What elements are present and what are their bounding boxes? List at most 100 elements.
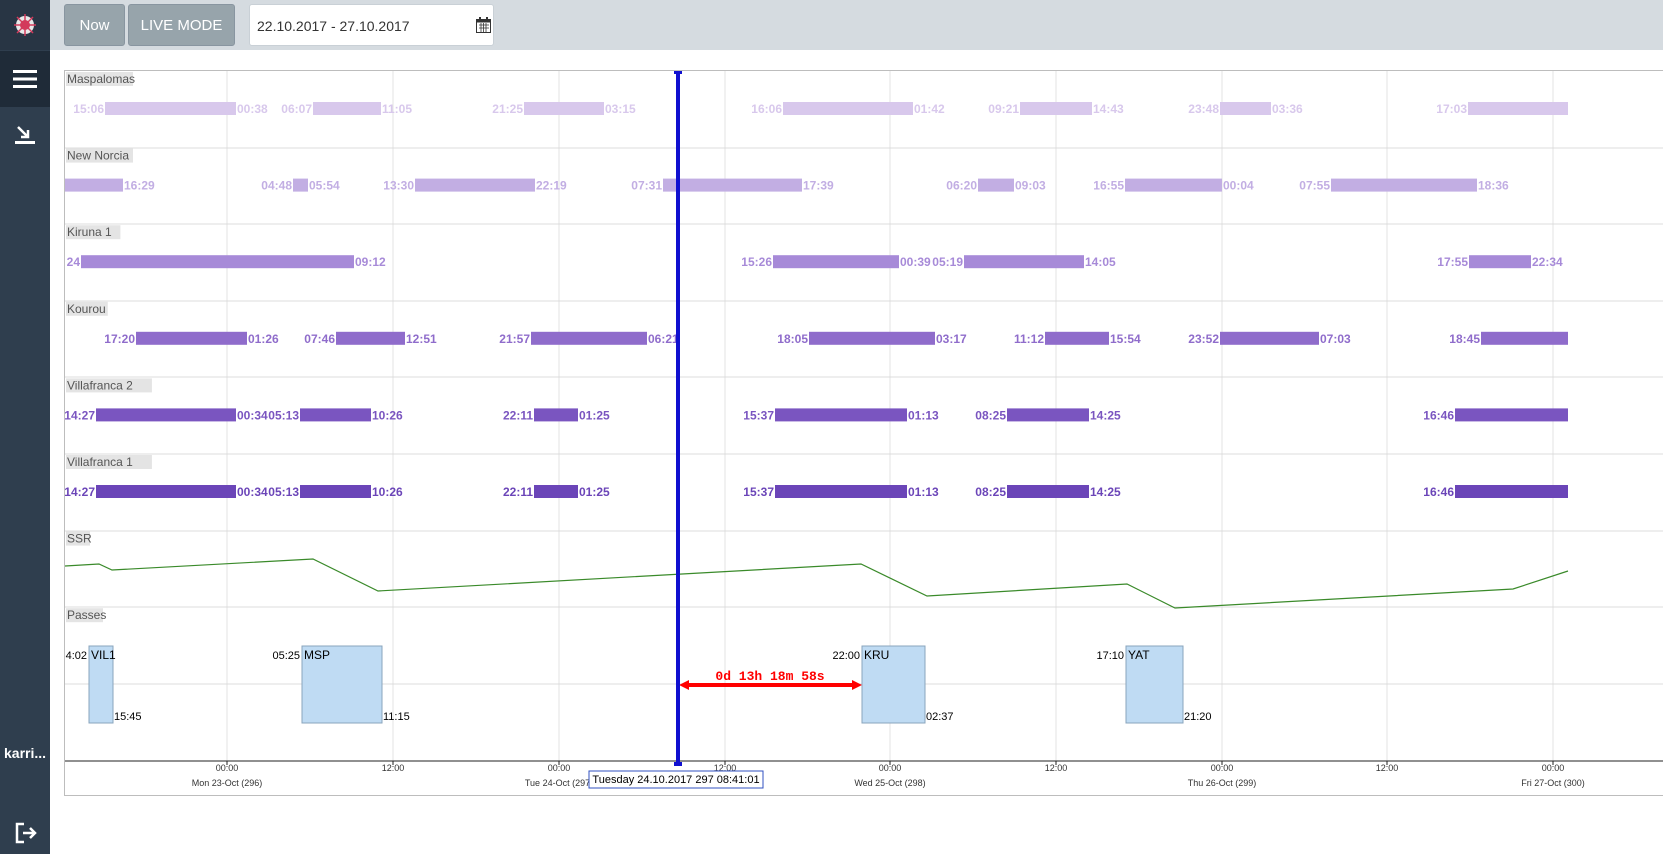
user-name[interactable]: karri... [4, 745, 46, 761]
station-pass-bar[interactable] [1007, 408, 1089, 422]
pass-start-label: 23:52 [1188, 332, 1219, 346]
date-range-input[interactable]: 22.10.2017 - 27.10.2017 [249, 4, 494, 46]
station-pass-bar[interactable] [293, 178, 308, 192]
station-pass-bar[interactable] [1220, 331, 1319, 345]
station-pass-bar[interactable] [96, 485, 236, 498]
pass-start-label: 04:48 [261, 179, 292, 193]
station-pass-bar[interactable] [783, 102, 913, 115]
station-pass-bar[interactable] [105, 102, 236, 115]
pass-start-label: 05:19 [932, 255, 963, 269]
pass-start-label: 11:12 [1014, 332, 1044, 346]
axis-tick-label: 12:00 [382, 763, 405, 773]
station-pass-bar[interactable] [534, 485, 578, 498]
pass-end-label: 12:51 [406, 332, 437, 346]
now-button[interactable]: Now [64, 4, 125, 46]
station-pass-bar[interactable] [534, 408, 578, 422]
station-pass-bar[interactable] [300, 485, 371, 498]
pass-box-end: 02:37 [926, 711, 954, 723]
station-pass-bar[interactable] [775, 485, 907, 498]
station-pass-bar[interactable] [336, 331, 405, 345]
pass-end-label: 22:19 [536, 179, 567, 193]
station-pass-bar[interactable] [1469, 255, 1531, 269]
pass-end-label: 00:38 [237, 102, 268, 116]
pass-start-label: 16:06 [751, 102, 782, 116]
station-pass-bar[interactable] [1481, 331, 1568, 345]
date-range-value: 22.10.2017 - 27.10.2017 [257, 18, 410, 34]
station-pass-bar[interactable] [531, 331, 647, 345]
pass-start-label: 15:26 [741, 255, 772, 269]
station-pass-bar[interactable] [1468, 102, 1568, 115]
station-pass-bar[interactable] [978, 178, 1014, 192]
station-label: Maspalomas [67, 72, 135, 86]
pass-end-label: 09:12 [355, 255, 386, 269]
station-pass-bar[interactable] [136, 331, 247, 345]
station-pass-bar[interactable] [773, 255, 899, 269]
station-pass-bar[interactable] [964, 255, 1084, 269]
pass-end-label: 09:03 [1015, 179, 1046, 193]
station-label: Kiruna 1 [67, 225, 112, 239]
pass-end-label: 01:26 [248, 332, 279, 346]
station-pass-bar[interactable] [1125, 178, 1222, 192]
pass-start-label: 14:27 [65, 408, 95, 422]
pass-end-label: 00:39 [900, 255, 931, 269]
pass-start-label: 05:13 [268, 408, 299, 422]
pass-start-label: 18:05 [777, 332, 808, 346]
timeline-chart[interactable]: Maspalomas 15:06 00:38 06:07 11:05 21:25 03:15… [65, 71, 1663, 797]
logout-button[interactable] [14, 822, 38, 849]
pass-start-label: 16:55 [1093, 179, 1124, 193]
live-mode-button[interactable]: LIVE MODE [128, 4, 235, 46]
station-pass-bar[interactable] [81, 255, 354, 269]
ssr-line [65, 558, 1569, 609]
axis-date-label: Tue 24-Oct (297) [525, 778, 593, 788]
station-pass-bar[interactable] [1455, 408, 1568, 422]
station-pass-bar[interactable] [96, 408, 236, 422]
timeline-panel[interactable]: Maspalomas 15:06 00:38 06:07 11:05 21:25 03:15… [64, 70, 1663, 796]
current-time-label: Tuesday 24.10.2017 297 08:41:01 [592, 774, 759, 786]
station-pass-bar[interactable] [300, 408, 371, 422]
calendar-icon[interactable] [476, 17, 491, 33]
station-pass-bar[interactable] [1220, 102, 1271, 115]
axis-date-label: Mon 23-Oct (296) [192, 778, 263, 788]
pass-start-label: 06:07 [281, 102, 312, 116]
pass-start-label: 07:55 [1299, 179, 1330, 193]
current-time-handle[interactable] [674, 762, 682, 766]
list-icon [13, 70, 37, 88]
station-pass-bar[interactable] [1045, 331, 1109, 345]
nav-download[interactable] [0, 107, 50, 163]
duration-label: 0d 13h 18m 58s [715, 669, 824, 684]
axis-tick-label: 00:00 [879, 763, 902, 773]
pass-start-label: 15:37 [743, 485, 774, 499]
axis-tick-label: 12:00 [1045, 763, 1068, 773]
pass-box-start: 22:00 [832, 650, 860, 662]
current-time-handle[interactable] [674, 71, 682, 74]
station-pass-bar[interactable] [663, 178, 802, 192]
station-pass-bar[interactable] [415, 178, 535, 192]
pass-end-label: 03:15 [605, 102, 636, 116]
pass-end-label: 00:34 [237, 485, 268, 499]
app-logo[interactable] [0, 0, 50, 50]
station-pass-bar[interactable] [775, 408, 907, 422]
station-pass-bar[interactable] [1020, 102, 1092, 115]
pass-start-label: 16:46 [1423, 485, 1454, 499]
station-pass-bar[interactable] [1455, 485, 1568, 498]
axis-date-label: Thu 26-Oct (299) [1188, 778, 1257, 788]
pass-start-label: 08:25 [975, 408, 1006, 422]
station-pass-bar[interactable] [313, 102, 381, 115]
pass-start-label: 14:27 [65, 485, 95, 499]
station-label: New Norcia [67, 149, 129, 163]
station-pass-bar[interactable] [1007, 485, 1089, 498]
pass-start-label: 23:48 [1188, 102, 1219, 116]
station-pass-bar[interactable] [1331, 178, 1477, 192]
nav-menu[interactable] [0, 51, 50, 107]
pass-end-label: 14:43 [1093, 102, 1124, 116]
station-pass-bar[interactable] [65, 178, 123, 192]
pass-end-label: 01:13 [908, 485, 939, 499]
pass-end-label: 11:05 [382, 102, 412, 116]
pass-box-end: 11:15 [383, 711, 410, 723]
pass-start-label: 22:11 [503, 485, 533, 499]
axis-tick-label: 00:00 [216, 763, 239, 773]
pass-end-label: 06:21 [648, 332, 679, 346]
station-pass-bar[interactable] [524, 102, 604, 115]
station-pass-bar[interactable] [809, 331, 935, 345]
duration-arrow-head-right [852, 680, 862, 690]
